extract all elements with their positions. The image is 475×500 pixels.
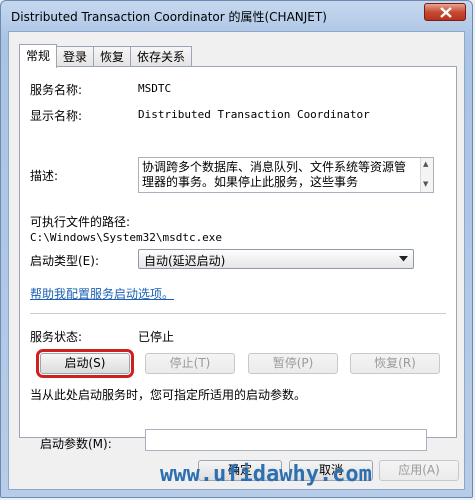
tab-general[interactable]: 常规	[19, 44, 58, 68]
exe-path-value[interactable]: C:\Windows\System32\msdtc.exe	[30, 231, 222, 244]
description-scrollbar[interactable]: ▲ ▼	[420, 158, 433, 192]
tab-recovery[interactable]: 恢复	[93, 46, 132, 67]
pause-button[interactable]: 暂停(P)	[248, 353, 338, 374]
general-tab-panel: 服务名称: MSDTC 显示名称: Distributed Transactio…	[19, 66, 457, 451]
window-title: Distributed Transaction Coordinator 的属性(…	[11, 10, 327, 24]
close-button[interactable]	[424, 3, 466, 21]
service-status-value: 已停止	[138, 330, 175, 344]
description-box[interactable]: 协调跨多个数据库、消息队列、文件系统等资源管理器的事务。如果停止此服务，这些事务…	[138, 157, 434, 193]
display-name-value[interactable]: Distributed Transaction Coordinator	[138, 108, 370, 121]
service-name-value[interactable]: MSDTC	[138, 82, 171, 95]
service-name-label: 服务名称:	[30, 83, 83, 97]
start-params-hint: 当从此处启动服务时，您可指定所适用的启动参数。	[30, 388, 307, 402]
scroll-down-icon[interactable]: ▼	[423, 180, 428, 188]
service-status-label: 服务状态:	[30, 330, 83, 344]
apply-button[interactable]: 应用(A)	[379, 460, 459, 481]
start-params-label: 启动参数(M):	[40, 437, 112, 451]
tab-logon[interactable]: 登录	[56, 46, 95, 67]
site-watermark: www.ufidawhy.com	[160, 462, 372, 487]
divider	[30, 313, 446, 314]
tab-strip: 常规 登录 恢复 依存关系	[19, 44, 193, 68]
startup-type-select[interactable]: 自动(延迟启动)	[138, 249, 414, 269]
startup-type-label: 启动类型(E):	[30, 254, 99, 268]
startup-type-value: 自动(延迟启动)	[144, 254, 226, 268]
close-icon	[440, 7, 452, 18]
start-params-input[interactable]	[145, 429, 427, 451]
chevron-down-icon	[399, 256, 408, 262]
resume-button[interactable]: 恢复(R)	[350, 353, 440, 374]
description-text: 协调跨多个数据库、消息队列、文件系统等资源管理器的事务。如果停止此服务，这些事务	[142, 160, 407, 189]
display-name-label: 显示名称:	[30, 109, 83, 123]
stop-button[interactable]: 停止(T)	[145, 353, 235, 374]
help-configure-link[interactable]: 帮助我配置服务启动选项。	[30, 285, 174, 302]
dialog-client: 常规 登录 恢复 依存关系 服务名称: MSDTC 显示名称: Distribu…	[8, 31, 465, 490]
scroll-up-icon[interactable]: ▲	[423, 160, 428, 168]
tab-dependencies[interactable]: 依存关系	[130, 46, 193, 67]
description-label: 描述:	[30, 169, 59, 183]
properties-dialog: Distributed Transaction Coordinator 的属性(…	[0, 0, 473, 498]
title-bar[interactable]: Distributed Transaction Coordinator 的属性(…	[1, 1, 472, 31]
start-button[interactable]: 启动(S)	[36, 349, 134, 378]
exe-path-label: 可执行文件的路径:	[30, 215, 131, 229]
